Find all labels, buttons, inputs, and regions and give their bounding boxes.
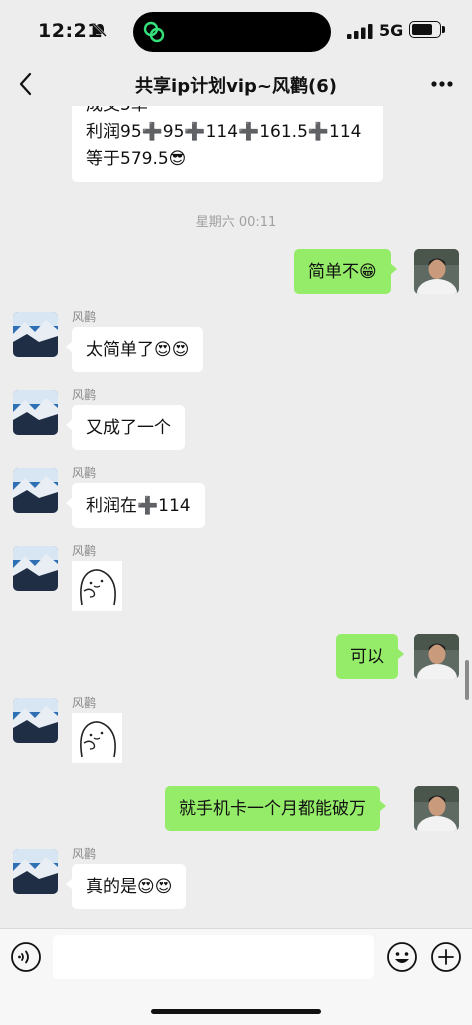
nav-bar: 共享ip计划vip~风鹳(6): [0, 64, 472, 106]
sender-name: 风鹳: [72, 466, 97, 480]
status-bar: 12:21 5G: [0, 0, 472, 64]
message-bubble[interactable]: 成交5单 利润95➕95➕114➕161.5➕114 等于579.5😎: [72, 106, 383, 182]
message-text: 简单不😁: [308, 262, 377, 282]
signal-icon: [347, 24, 373, 39]
bell-muted-icon: [93, 23, 107, 38]
message-timestamp: 星期六 00:11: [195, 215, 277, 230]
message-line: 等于579.5😎: [86, 149, 187, 169]
sticker-image[interactable]: [72, 561, 122, 611]
avatar-fenggu[interactable]: [13, 312, 58, 357]
chat-area[interactable]: 成交5单 利润95➕95➕114➕161.5➕114 等于579.5😎 星期六 …: [0, 106, 472, 928]
message-bubble[interactable]: 真的是😍😍: [65, 864, 187, 909]
message-bubble[interactable]: 利润在➕114: [66, 483, 205, 528]
avatar-self[interactable]: [414, 634, 459, 679]
avatar-fenggu[interactable]: [13, 390, 58, 435]
message-bubble[interactable]: 就手机卡一个月都能破万: [165, 786, 386, 831]
message-line: 成交5单: [86, 106, 369, 119]
sender-name: 风鹳: [72, 847, 97, 861]
dynamic-island: [133, 12, 331, 52]
avatar-fenggu[interactable]: [13, 849, 58, 894]
sender-name: 风鹳: [72, 310, 97, 324]
link-app-icon: [143, 21, 165, 43]
message-text: 又成了一个: [86, 418, 171, 438]
more-icon[interactable]: [426, 72, 458, 96]
sender-name: 风鹳: [72, 696, 97, 710]
chat-scrollbar[interactable]: [465, 660, 469, 700]
emoji-icon[interactable]: [386, 941, 418, 973]
home-indicator: [151, 1009, 321, 1014]
message-text: 利润在➕114: [86, 496, 191, 516]
message-text: 太简单了😍😍: [86, 340, 190, 360]
message-bubble[interactable]: 可以: [336, 634, 404, 679]
battery-icon: [409, 21, 441, 38]
message-text: 可以: [350, 647, 384, 667]
sender-name: 风鹳: [72, 544, 97, 558]
input-bar: [0, 928, 472, 1025]
avatar-self[interactable]: [414, 249, 459, 294]
voice-icon[interactable]: [10, 941, 42, 973]
message-line: 利润95➕95➕114➕161.5➕114: [86, 122, 362, 142]
avatar-fenggu[interactable]: [13, 546, 58, 591]
message-bubble[interactable]: 又成了一个: [66, 405, 185, 450]
avatar-fenggu[interactable]: [13, 468, 58, 513]
message-input[interactable]: [53, 935, 374, 979]
message-bubble[interactable]: 简单不😁: [294, 249, 397, 294]
battery-cap: [442, 26, 445, 33]
plus-icon[interactable]: [430, 941, 462, 973]
network-type: 5G: [379, 21, 404, 40]
avatar-self[interactable]: [414, 786, 459, 831]
message-text: 就手机卡一个月都能破万: [179, 799, 366, 819]
chat-title: 共享ip计划vip~风鹳(6): [135, 76, 337, 97]
avatar-fenggu[interactable]: [13, 698, 58, 743]
back-arrow-icon[interactable]: [14, 70, 38, 98]
message-bubble[interactable]: 太简单了😍😍: [65, 327, 204, 372]
message-text: 真的是😍😍: [86, 877, 173, 897]
sender-name: 风鹳: [72, 388, 97, 402]
sticker-image[interactable]: [72, 713, 122, 763]
